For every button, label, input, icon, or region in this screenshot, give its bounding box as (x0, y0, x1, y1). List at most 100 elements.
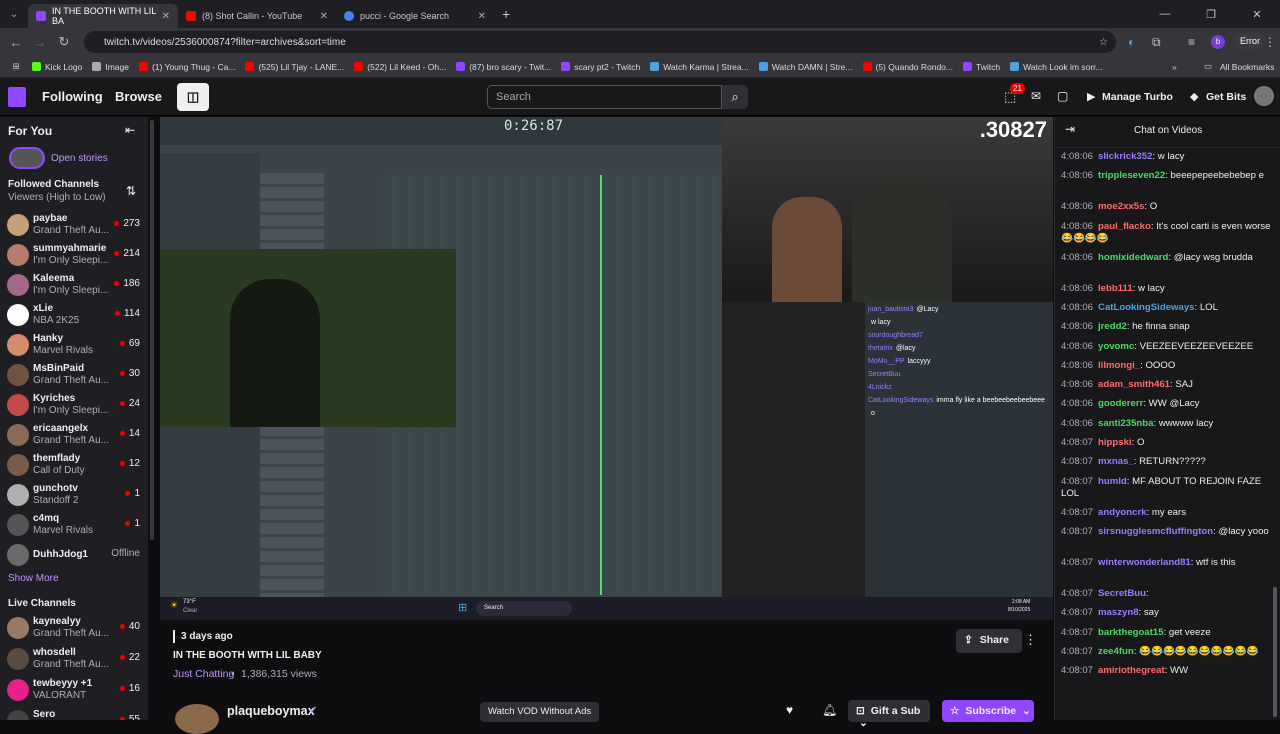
close-tab-icon[interactable]: ✕ (320, 11, 328, 22)
bookmark-item[interactable]: (525) Lil Tjay - LANE... (245, 62, 344, 72)
bookmark-item[interactable]: Watch Karma | Strea... (650, 62, 749, 72)
chat-username[interactable]: paul_flacko (1098, 221, 1151, 232)
chat-username[interactable]: goodererr (1098, 398, 1143, 409)
live-channel-row[interactable]: Sero 55 (0, 707, 148, 720)
bookmark-star-icon[interactable]: ☆ (1099, 37, 1108, 48)
followed-channel-row[interactable]: c4mq Marvel Rivals 1 (0, 511, 148, 541)
chat-username[interactable]: barkthegoat15 (1098, 627, 1164, 638)
bookmark-item[interactable]: Watch DAMN | Stre... (758, 62, 853, 72)
apps-grid-icon[interactable]: ⊞ (0, 61, 32, 72)
tab-youtube[interactable]: (8) Shot Callin - YouTube ✕ (178, 4, 336, 28)
followed-channel-row[interactable]: paybae Grand Theft Au... 273 (0, 211, 148, 241)
chat-username[interactable]: SecretBuu (1098, 588, 1146, 599)
bookmark-item[interactable]: (522) Lil Keed - Oh... (354, 62, 446, 72)
forward-icon[interactable]: → (28, 35, 52, 50)
all-bookmarks[interactable]: All Bookmarks (1220, 62, 1274, 72)
followed-channel-row[interactable]: xLie NBA 2K25 114 (0, 301, 148, 331)
bookmark-item[interactable]: Twitch (963, 62, 1000, 72)
category-link[interactable]: Just Chatting (173, 668, 234, 680)
followed-channel-row[interactable]: Kyriches I'm Only Sleepi... 24 (0, 391, 148, 421)
chat-username[interactable]: moe2xx5s (1098, 201, 1144, 212)
nav-following[interactable]: Following (42, 89, 103, 104)
followed-channel-row[interactable]: themfladу Call of Duty 12 (0, 451, 148, 481)
follow-heart-icon[interactable]: ♥ (786, 703, 793, 717)
notification-bell-icon[interactable]: 🔔︎ (822, 703, 837, 717)
stories-avatar[interactable] (9, 147, 45, 169)
followed-channel-row[interactable]: summyahmarie I'm Only Sleepi... 214 (0, 241, 148, 271)
back-icon[interactable]: ← (4, 35, 28, 50)
channel-avatar[interactable] (175, 704, 219, 734)
expand-chat-icon[interactable]: ⇥ (1065, 122, 1075, 136)
nav-browse[interactable]: Browse (115, 89, 162, 104)
chat-username[interactable]: sirsnugglesmcfluffington (1098, 526, 1213, 537)
get-bits-button[interactable]: Get Bits (1206, 91, 1246, 103)
tab-google[interactable]: pucci - Google Search ✕ (336, 4, 494, 28)
share-button[interactable]: ⇪ Share (956, 629, 1022, 653)
chat-scrollbar[interactable] (1273, 587, 1277, 717)
manage-turbo-button[interactable]: Manage Turbo (1102, 91, 1173, 103)
live-channel-row[interactable]: kaynealyy Grand Theft Au... 40 (0, 614, 148, 644)
error-badge[interactable]: Error (1234, 33, 1266, 49)
chat-username[interactable]: yovomc (1098, 341, 1134, 352)
show-more-link[interactable]: Show More (8, 573, 59, 584)
bookmark-item[interactable]: Kick Logo (32, 62, 82, 72)
bookmark-item[interactable]: Image (92, 62, 129, 72)
bookmark-item[interactable]: (87) bro scary - Twit... (456, 62, 551, 72)
followed-channel-row[interactable]: ericaangelx Grand Theft Au... 14 (0, 421, 148, 451)
bookmarks-overflow-icon[interactable]: » (1172, 62, 1177, 72)
minimize-icon[interactable]: — (1142, 8, 1188, 20)
profile-avatar[interactable]: b (1211, 35, 1225, 49)
chat-username[interactable]: santi235nba (1098, 418, 1153, 429)
bookmark-item[interactable]: (1) Young Thug - Ca... (138, 62, 235, 72)
twitch-logo-icon[interactable] (8, 87, 26, 107)
chat-username[interactable]: lebb111 (1098, 283, 1133, 294)
sidebar-scrollbar[interactable] (150, 120, 154, 540)
gift-sub-button[interactable]: ⊡ Gift a Sub ⌄ (848, 700, 930, 729)
chat-username[interactable]: lilmongi_ (1098, 360, 1140, 371)
watch-vod-button[interactable]: Watch VOD Without Ads (480, 702, 600, 722)
menu-dots-icon[interactable]: ⋮ (1264, 35, 1276, 49)
video-player[interactable]: 0:26:87 .30827 juan_bautista3 @Lacy w lacy… (160, 117, 1053, 620)
followed-channel-row[interactable]: MsBinPaid Grand Theft Au... 30 (0, 361, 148, 391)
search-icon[interactable]: ⌕ (722, 85, 748, 109)
more-nav-icon[interactable]: ◫ (177, 83, 209, 111)
followed-channel-row[interactable]: DuhhJdog1 Offline (0, 541, 148, 571)
live-channel-row[interactable]: whosdell Grand Theft Au... 22 (0, 645, 148, 675)
tab-search-icon[interactable]: ⌄ (0, 9, 28, 20)
chat-username[interactable]: trippleseven22 (1098, 170, 1165, 181)
close-window-icon[interactable]: ✕ (1234, 8, 1280, 21)
chat-username[interactable]: jredd2 (1098, 321, 1127, 332)
channel-name[interactable]: plaqueboymax (227, 704, 315, 718)
subscribe-button[interactable]: ☆ Subscribe ⌄ (942, 700, 1034, 722)
media-icon[interactable]: ≡ (1188, 35, 1195, 49)
chat-username[interactable]: slickrick352 (1098, 151, 1152, 162)
chat-username[interactable]: homixidedward (1098, 252, 1168, 263)
followed-channel-row[interactable]: Hanky Marvel Rivals 69 (0, 331, 148, 361)
chat-username[interactable]: zee4fun (1098, 646, 1134, 657)
bookmark-item[interactable]: scary pt2 - Twitch (561, 62, 640, 72)
chat-username[interactable]: winterwonderland81 (1098, 557, 1191, 568)
followed-channel-row[interactable]: gunchotv Standoff 2 1 (0, 481, 148, 511)
more-options-icon[interactable]: ⋮ (1024, 632, 1037, 648)
tab-twitch[interactable]: IN THE BOOTH WITH LIL BA ✕ (28, 4, 178, 28)
chat-username[interactable]: maszyn8 (1098, 607, 1139, 618)
open-stories-link[interactable]: Open stories (51, 153, 108, 164)
chat-username[interactable]: CatLookingSideways (1098, 302, 1195, 313)
followed-channel-row[interactable]: Kaleema I'm Only Sleepi... 186 (0, 271, 148, 301)
chat-username[interactable]: adam_smith461 (1098, 379, 1170, 390)
close-tab-icon[interactable]: ✕ (162, 11, 170, 22)
chat-username[interactable]: andyoncrk (1098, 507, 1147, 518)
restore-icon[interactable]: ❐ (1188, 8, 1234, 21)
live-channel-row[interactable]: tewbeyyy +1 VALORANT 16 (0, 676, 148, 706)
chat-username[interactable]: mxnas_ (1098, 456, 1134, 467)
user-avatar[interactable] (1254, 86, 1274, 106)
chat-username[interactable]: amiriothegreat (1098, 665, 1165, 676)
bookmark-item[interactable]: (5) Quando Rondo... (862, 62, 953, 72)
bookmark-item[interactable]: Watch Look im sorr... (1010, 62, 1103, 72)
close-tab-icon[interactable]: ✕ (478, 11, 486, 22)
inbox-icon[interactable]: ✉ (1031, 89, 1041, 103)
chat-username[interactable]: humld (1098, 476, 1127, 487)
collapse-sidebar-icon[interactable]: ⇤ (125, 123, 135, 137)
extensions-icon[interactable]: ◐ (1128, 35, 1135, 49)
whispers-icon[interactable]: ▢ (1057, 89, 1068, 103)
